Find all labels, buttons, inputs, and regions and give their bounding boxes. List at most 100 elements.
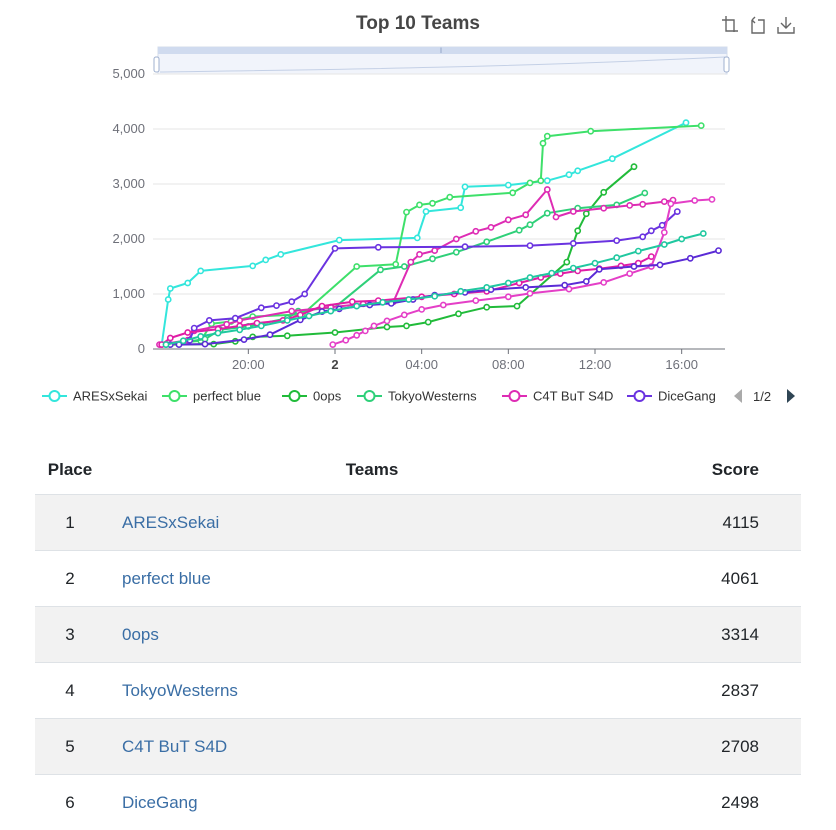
data-point[interactable] bbox=[562, 283, 567, 288]
data-point[interactable] bbox=[456, 311, 461, 316]
data-point[interactable] bbox=[402, 264, 407, 269]
legend-next-icon[interactable] bbox=[787, 389, 795, 403]
data-point[interactable] bbox=[701, 231, 706, 236]
data-point[interactable] bbox=[668, 201, 673, 206]
data-point[interactable] bbox=[506, 280, 511, 285]
zoom-handle-right[interactable] bbox=[724, 57, 729, 72]
data-point[interactable] bbox=[601, 280, 606, 285]
team-link[interactable]: TokyoWesterns bbox=[122, 681, 238, 700]
team-link[interactable]: perfect blue bbox=[122, 569, 211, 588]
data-zoom-slider[interactable]: ‖ bbox=[154, 47, 729, 74]
data-point[interactable] bbox=[527, 180, 532, 185]
data-point[interactable] bbox=[538, 178, 543, 183]
data-point[interactable] bbox=[166, 297, 171, 302]
data-point[interactable] bbox=[384, 324, 389, 329]
data-point[interactable] bbox=[627, 203, 632, 208]
data-point[interactable] bbox=[363, 328, 368, 333]
data-point[interactable] bbox=[430, 256, 435, 261]
data-point[interactable] bbox=[432, 294, 437, 299]
data-point[interactable] bbox=[484, 285, 489, 290]
data-point[interactable] bbox=[289, 309, 294, 314]
data-point[interactable] bbox=[402, 312, 407, 317]
data-point[interactable] bbox=[417, 252, 422, 257]
data-point[interactable] bbox=[250, 263, 255, 268]
team-link[interactable]: ARESxSekai bbox=[122, 513, 219, 532]
data-point[interactable] bbox=[640, 234, 645, 239]
data-point[interactable] bbox=[185, 330, 190, 335]
team-link[interactable]: 0ops bbox=[122, 625, 159, 644]
data-point[interactable] bbox=[527, 243, 532, 248]
data-point[interactable] bbox=[601, 190, 606, 195]
data-point[interactable] bbox=[454, 250, 459, 255]
data-point[interactable] bbox=[473, 298, 478, 303]
data-point[interactable] bbox=[484, 239, 489, 244]
team-link[interactable]: DiceGang bbox=[122, 793, 198, 812]
data-point[interactable] bbox=[423, 209, 428, 214]
data-point[interactable] bbox=[426, 320, 431, 325]
legend-item[interactable]: 0ops bbox=[282, 389, 342, 404]
data-point[interactable] bbox=[330, 342, 335, 347]
data-point[interactable] bbox=[488, 225, 493, 230]
data-point[interactable] bbox=[545, 211, 550, 216]
data-point[interactable] bbox=[675, 209, 680, 214]
data-point[interactable] bbox=[263, 257, 268, 262]
data-point[interactable] bbox=[207, 318, 212, 323]
data-point[interactable] bbox=[716, 248, 721, 253]
data-point[interactable] bbox=[517, 228, 522, 233]
data-point[interactable] bbox=[337, 238, 342, 243]
data-point[interactable] bbox=[302, 291, 307, 296]
data-point[interactable] bbox=[378, 267, 383, 272]
data-point[interactable] bbox=[328, 309, 333, 314]
data-point[interactable] bbox=[660, 223, 665, 228]
data-point[interactable] bbox=[233, 316, 238, 321]
data-point[interactable] bbox=[614, 255, 619, 260]
data-point[interactable] bbox=[354, 304, 359, 309]
data-point[interactable] bbox=[350, 299, 355, 304]
data-point[interactable] bbox=[285, 333, 290, 338]
legend-item[interactable]: perfect blue bbox=[162, 389, 261, 404]
data-point[interactable] bbox=[441, 302, 446, 307]
data-point[interactable] bbox=[185, 280, 190, 285]
data-point[interactable] bbox=[588, 129, 593, 134]
data-point[interactable] bbox=[527, 222, 532, 227]
data-point[interactable] bbox=[709, 197, 714, 202]
data-point[interactable] bbox=[376, 245, 381, 250]
data-point[interactable] bbox=[571, 266, 576, 271]
data-point[interactable] bbox=[241, 337, 246, 342]
legend-prev-icon[interactable] bbox=[734, 389, 742, 403]
data-point[interactable] bbox=[662, 199, 667, 204]
data-point[interactable] bbox=[506, 294, 511, 299]
data-point[interactable] bbox=[566, 172, 571, 177]
data-point[interactable] bbox=[198, 268, 203, 273]
data-point[interactable] bbox=[447, 195, 452, 200]
data-point[interactable] bbox=[699, 123, 704, 128]
data-point[interactable] bbox=[601, 206, 606, 211]
data-point[interactable] bbox=[419, 307, 424, 312]
data-point[interactable] bbox=[597, 267, 602, 272]
zoom-handle-left[interactable] bbox=[154, 57, 159, 72]
data-point[interactable] bbox=[432, 248, 437, 253]
data-point[interactable] bbox=[642, 190, 647, 195]
data-point[interactable] bbox=[523, 285, 528, 290]
data-point[interactable] bbox=[181, 338, 186, 343]
data-point[interactable] bbox=[458, 205, 463, 210]
data-point[interactable] bbox=[462, 184, 467, 189]
data-point[interactable] bbox=[679, 236, 684, 241]
data-point[interactable] bbox=[343, 338, 348, 343]
data-point[interactable] bbox=[404, 210, 409, 215]
data-point[interactable] bbox=[289, 299, 294, 304]
data-point[interactable] bbox=[657, 262, 662, 267]
data-point[interactable] bbox=[631, 164, 636, 169]
data-point[interactable] bbox=[332, 330, 337, 335]
data-point[interactable] bbox=[406, 297, 411, 302]
data-point[interactable] bbox=[163, 342, 168, 347]
save-image-icon[interactable] bbox=[778, 17, 794, 33]
data-point[interactable] bbox=[527, 275, 532, 280]
data-point[interactable] bbox=[430, 201, 435, 206]
data-point[interactable] bbox=[571, 241, 576, 246]
series-aresxsekai[interactable] bbox=[159, 120, 689, 347]
data-point[interactable] bbox=[545, 134, 550, 139]
data-point[interactable] bbox=[688, 256, 693, 261]
data-point[interactable] bbox=[575, 228, 580, 233]
data-point[interactable] bbox=[415, 235, 420, 240]
